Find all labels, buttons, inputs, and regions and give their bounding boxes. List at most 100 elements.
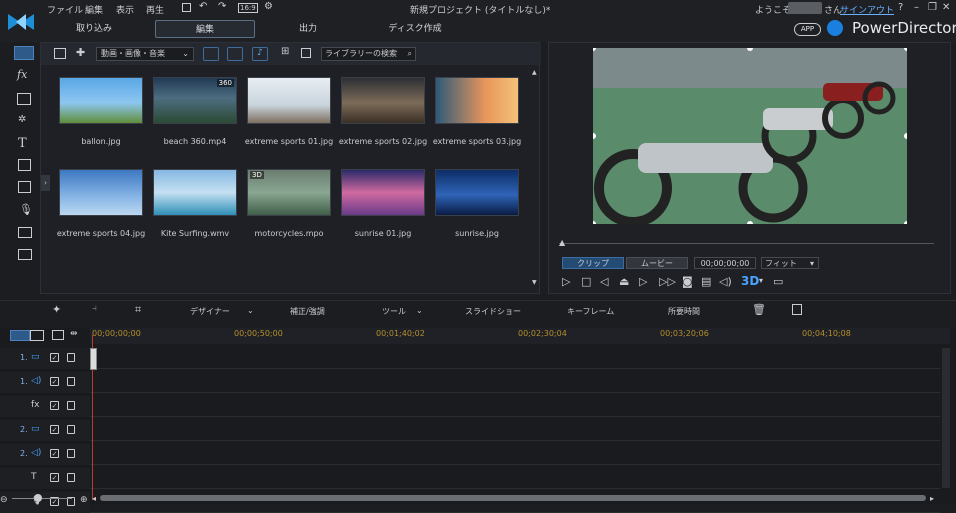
library-media-item[interactable]: extreme sports 04.jpg <box>57 169 145 249</box>
menu-file[interactable]: ファイル <box>47 3 83 16</box>
chevron-down-icon[interactable]: ▾ <box>759 276 763 285</box>
library-media-item[interactable]: extreme sports 03.jpg <box>433 77 521 157</box>
plugin-icon[interactable]: ✚ <box>76 46 85 59</box>
stop-icon[interactable]: □ <box>581 275 591 288</box>
designer-menu[interactable]: デザイナー <box>190 306 230 317</box>
scroll-right-arrow[interactable]: ▸ <box>930 494 934 503</box>
subtitle-room-icon[interactable] <box>18 249 32 260</box>
library-media-item[interactable]: 360 beach 360.mp4 <box>153 77 237 157</box>
resize-handle[interactable] <box>904 133 907 139</box>
media-thumbnail[interactable] <box>247 77 331 124</box>
timeline-track[interactable]: fx ✓ <box>0 396 940 417</box>
expand-view-icon[interactable] <box>301 48 311 58</box>
track-enable-checkbox[interactable]: ✓ <box>50 449 59 458</box>
timeline-clip[interactable] <box>90 348 97 370</box>
track-enable-checkbox[interactable]: ✓ <box>50 377 59 386</box>
menu-edit[interactable]: 編集 <box>85 3 103 16</box>
tab-output[interactable]: 出力 <box>278 20 338 38</box>
trash-icon[interactable]: 🗑 <box>752 303 766 316</box>
clip-mode-tab[interactable]: クリップ <box>562 257 624 269</box>
voiceover-room-icon[interactable]: 🎙 <box>19 203 33 216</box>
track-enable-checkbox[interactable]: ✓ <box>50 473 59 482</box>
signout-link[interactable]: サインアウト <box>840 3 894 16</box>
export-icon[interactable] <box>792 304 802 315</box>
resize-handle[interactable] <box>593 221 596 224</box>
library-media-item[interactable]: sunrise 01.jpg <box>341 169 425 249</box>
tab-disc[interactable]: ディスク作成 <box>380 20 450 38</box>
import-media-icon[interactable] <box>54 48 66 59</box>
library-scrollbar[interactable]: ▲ ▼ <box>531 67 539 291</box>
timeline-track[interactable]: T ✓ <box>0 468 940 489</box>
transition-room-icon[interactable] <box>18 159 31 171</box>
scrubber-handle[interactable]: ▲ <box>559 238 565 247</box>
previous-frame-icon[interactable]: ◁ <box>600 275 608 288</box>
music-filter-icon[interactable]: ♪ <box>252 47 268 61</box>
next-frame-icon[interactable]: ▷ <box>639 275 647 288</box>
3d-mode-button[interactable]: 3D <box>741 274 759 288</box>
preview-scrubber[interactable] <box>559 243 934 244</box>
keyframe-button[interactable]: キーフレーム <box>567 306 614 317</box>
split-icon[interactable]: ⫞ <box>92 303 97 314</box>
undock-preview-icon[interactable]: ▭ <box>773 275 783 288</box>
track-lock-icon[interactable] <box>67 449 75 458</box>
slideshow-button[interactable]: スライドショー <box>465 306 521 317</box>
volume-icon[interactable]: ◁) <box>719 275 732 288</box>
duration-button[interactable]: 所要時間 <box>668 306 700 317</box>
library-search-input[interactable]: ライブラリーの検索 ⌕ <box>321 47 416 61</box>
library-media-item[interactable]: Kite Surfing.wmv <box>153 169 237 249</box>
settings-gear-icon[interactable]: ⚙ <box>264 1 273 12</box>
media-thumbnail[interactable] <box>153 169 237 216</box>
storyboard-view-icon[interactable] <box>30 330 44 341</box>
track-manager-icon[interactable] <box>52 330 64 340</box>
track-lock-icon[interactable] <box>67 353 75 362</box>
media-thumbnail[interactable] <box>59 77 143 124</box>
media-thumbnail[interactable] <box>59 169 143 216</box>
timeline-track[interactable]: 1. ◁) ✓ <box>0 372 940 393</box>
title-room-icon[interactable]: T <box>18 136 27 151</box>
menu-view[interactable]: 表示 <box>116 3 134 16</box>
snapshot-camera-icon[interactable]: ◙ <box>682 275 693 288</box>
correct-enhance-button[interactable]: 補正/強調 <box>290 306 325 317</box>
media-filter-dropdown[interactable]: 動画・画像・音楽 ⌄ <box>96 47 194 61</box>
audio-mixing-room-icon[interactable] <box>18 181 31 193</box>
track-enable-checkbox[interactable]: ✓ <box>50 425 59 434</box>
track-enable-checkbox[interactable]: ✓ <box>50 353 59 362</box>
resize-handle[interactable] <box>747 221 753 224</box>
library-media-item[interactable]: sunrise.jpg <box>435 169 519 249</box>
timeline-vertical-scrollbar[interactable] <box>942 348 950 488</box>
timeline-horizontal-scrollbar[interactable] <box>100 495 926 501</box>
particle-room-icon[interactable]: ✲ <box>18 114 26 125</box>
save-icon[interactable] <box>182 3 191 12</box>
tab-edit[interactable]: 編集 <box>155 20 255 38</box>
media-thumbnail[interactable] <box>341 169 425 216</box>
resize-handle[interactable] <box>904 221 907 224</box>
movie-mode-tab[interactable]: ムービー <box>626 257 688 269</box>
redo-icon[interactable]: ↷ <box>218 1 226 12</box>
subtitle-icon[interactable]: ▤ <box>701 275 711 288</box>
timecode-display[interactable]: 00;00;00;00 <box>694 257 756 269</box>
timeline-track[interactable]: 2. ▭ ✓ <box>0 420 940 441</box>
grid-view-icon[interactable]: ⊞ <box>281 46 289 57</box>
menu-play[interactable]: 再生 <box>146 3 164 16</box>
track-lock-icon[interactable] <box>67 473 75 482</box>
scroll-down-arrow[interactable]: ▼ <box>532 279 537 286</box>
expand-library-arrow[interactable]: › <box>41 175 50 191</box>
crop-icon[interactable]: ⌗ <box>135 303 141 317</box>
zoom-fit-dropdown[interactable]: フィット ▾ <box>761 257 819 269</box>
media-thumbnail[interactable] <box>341 77 425 124</box>
scroll-left-arrow[interactable]: ◂ <box>92 494 96 503</box>
chevron-down-icon[interactable]: ⌄ <box>247 306 254 315</box>
media-room-icon[interactable] <box>14 46 34 60</box>
track-enable-checkbox[interactable]: ✓ <box>50 401 59 410</box>
aspect-ratio-button[interactable]: 16:9 <box>238 3 258 13</box>
library-media-item[interactable]: extreme sports 02.jpg <box>339 77 427 157</box>
track-lock-icon[interactable] <box>67 425 75 434</box>
restore-button[interactable]: ❐ <box>928 2 937 13</box>
undo-icon[interactable]: ↶ <box>199 1 207 12</box>
search-icon[interactable]: ⌕ <box>408 48 412 60</box>
media-thumbnail[interactable] <box>435 77 519 124</box>
timeline-track[interactable]: 1. ▭ ✓ <box>0 348 940 369</box>
video-filter-icon[interactable] <box>203 47 219 61</box>
mark-in-icon[interactable]: ⏏ <box>619 275 629 288</box>
minimize-button[interactable]: – <box>914 2 919 13</box>
